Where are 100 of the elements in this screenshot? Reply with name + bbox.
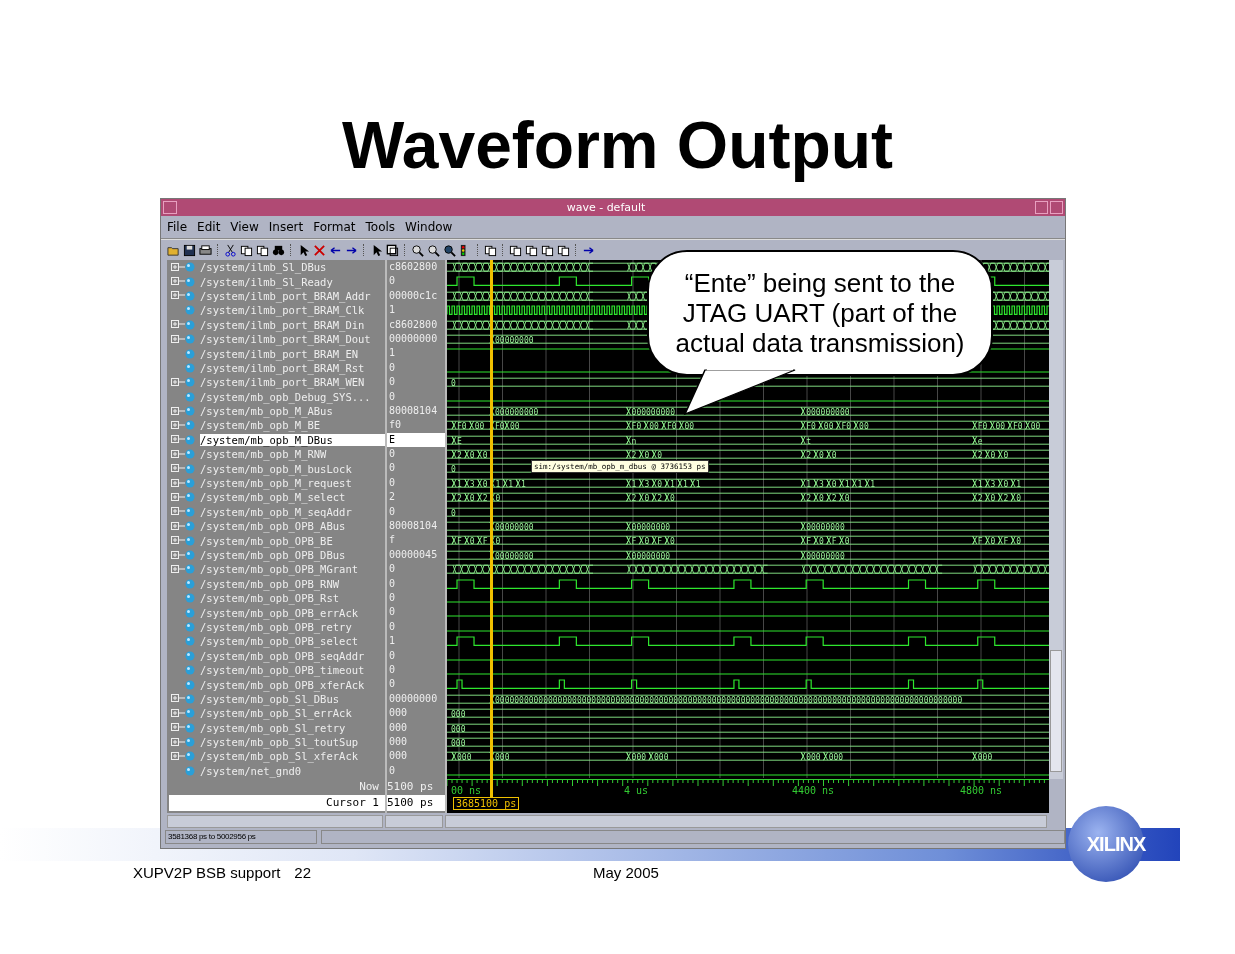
cursor-time: 5100 ps xyxy=(387,795,445,811)
cursor-label[interactable]: Cursor 1 xyxy=(169,795,385,811)
signal-name[interactable]: /system/mb_opb_M_ABus xyxy=(200,405,337,418)
zoom-in-icon[interactable] xyxy=(411,243,424,257)
signal-name[interactable]: /system/ilmb_port_BRAM_Dout xyxy=(200,333,375,346)
signal-name[interactable]: /system/ilmb_port_BRAM_EN xyxy=(200,347,363,360)
expand-icon[interactable] xyxy=(171,536,185,546)
signal-name[interactable]: /system/mb_opb_Sl_errAck xyxy=(200,707,356,720)
expand-icon[interactable] xyxy=(171,277,185,287)
bus-value: 000 xyxy=(654,752,669,762)
cut-icon[interactable] xyxy=(224,243,237,257)
signal-name[interactable]: /system/mb_opb_OPB_errAck xyxy=(200,606,363,619)
expand-icon[interactable] xyxy=(171,507,185,517)
signal-name[interactable]: /system/mb_opb_OPB_RNW xyxy=(200,577,344,590)
minimize-button[interactable] xyxy=(1035,201,1048,214)
expand-icon[interactable] xyxy=(171,406,185,416)
expand-icon[interactable] xyxy=(171,435,185,445)
signal-name[interactable]: /system/mb_opb_OPB_xferAck xyxy=(200,678,369,691)
expand-icon[interactable] xyxy=(171,723,185,733)
cursor-time-label: 3685100 ps xyxy=(453,797,520,810)
signal-value: 80008104 xyxy=(388,519,439,534)
signal-name[interactable]: /system/ilmb_port_BRAM_Clk xyxy=(200,304,369,317)
expand-icon[interactable] xyxy=(171,550,185,560)
menu-item[interactable]: Tools xyxy=(365,220,396,234)
signal-name[interactable]: /system/mb_opb_M_busLock xyxy=(200,462,356,475)
signal-name[interactable]: /system/mb_opb_Sl_DBus xyxy=(200,692,344,705)
signal-name[interactable]: /system/ilmb_port_BRAM_Addr xyxy=(200,289,375,302)
window-menu-button[interactable] xyxy=(163,201,177,214)
signal-value: 0 xyxy=(388,619,397,634)
horizontal-scrollbar[interactable] xyxy=(445,815,1047,828)
signal-name[interactable]: /system/mb_opb_Debug_SYS... xyxy=(200,390,375,403)
signal-name[interactable]: /system/mb_opb_OPB_retry xyxy=(200,620,356,633)
expand-icon[interactable] xyxy=(171,694,185,704)
signal-name[interactable]: /system/mb_opb_OPB_select xyxy=(200,635,363,648)
signal-name[interactable]: /system/mb_opb_Sl_retry xyxy=(200,721,350,734)
horizontal-scrollbar[interactable] xyxy=(385,815,443,828)
zoom-box-icon[interactable] xyxy=(386,243,399,257)
signal-name[interactable]: /system/mb_opb_M_DBus xyxy=(200,433,385,446)
bus-value: 2 xyxy=(806,493,811,503)
expand-icon[interactable] xyxy=(171,262,185,272)
copy-icon[interactable] xyxy=(240,243,253,257)
bus-value: 0 xyxy=(1003,479,1009,489)
expand-icon[interactable] xyxy=(171,464,185,474)
expand-icon[interactable] xyxy=(171,478,185,488)
binoculars-icon[interactable] xyxy=(272,243,285,257)
expand-icon[interactable] xyxy=(171,291,185,301)
menu-item[interactable]: Format xyxy=(313,220,356,234)
signal-name[interactable]: /system/mb_opb_Sl_toutSup xyxy=(200,736,363,749)
expand-icon[interactable] xyxy=(171,320,185,330)
expand-icon[interactable] xyxy=(171,377,185,387)
expand-icon[interactable] xyxy=(171,564,185,574)
horizontal-scrollbar[interactable] xyxy=(167,815,383,828)
signal-name[interactable]: /system/mb_opb_OPB_seqAddr xyxy=(200,649,369,662)
expand-icon[interactable] xyxy=(171,521,185,531)
signal-name[interactable]: /system/ilmb_port_BRAM_Rst xyxy=(200,361,369,374)
menu-item[interactable]: Insert xyxy=(268,220,304,234)
signal-name[interactable]: /system/ilmb_port_BRAM_WEN xyxy=(200,376,369,389)
signal-name[interactable]: /system/net_gnd0 xyxy=(200,764,306,777)
signal-name[interactable]: /system/mb_opb_OPB_ABus xyxy=(200,520,350,533)
expand-icon[interactable] xyxy=(171,492,185,502)
signal-name[interactable]: /system/mb_opb_OPB_MGrant xyxy=(200,563,363,576)
signal-name[interactable]: /system/mb_opb_OPB_BE xyxy=(200,534,337,547)
signal-name[interactable]: /system/ilmb_port_BRAM_Din xyxy=(200,318,369,331)
signal-name[interactable]: /system/mb_opb_OPB_DBus xyxy=(200,549,350,561)
signal-name[interactable]: /system/mb_opb_Sl_xferAck xyxy=(200,750,363,763)
expand-icon[interactable] xyxy=(171,737,185,747)
signal-name[interactable]: /system/mb_opb_M_seqAddr xyxy=(200,505,356,518)
zoom-out-icon[interactable] xyxy=(427,243,440,257)
bus-value: F0 xyxy=(977,421,988,431)
signal-value: c8602800 xyxy=(388,260,439,274)
bus-value: 2 xyxy=(831,493,837,503)
signal-name[interactable]: /system/mb_opb_M_RNW xyxy=(200,448,331,461)
expand-icon[interactable] xyxy=(171,449,185,459)
signal-name[interactable]: /system/mb_opb_OPB_timeout xyxy=(200,664,369,677)
signal-value: 0 xyxy=(388,447,397,462)
signal-name[interactable]: /system/mb_opb_M_BE xyxy=(200,419,325,432)
save-icon[interactable] xyxy=(183,243,196,257)
maximize-button[interactable] xyxy=(1050,201,1063,214)
signal-value: 1 xyxy=(388,634,397,649)
expand-icon[interactable] xyxy=(171,708,185,718)
expand-icon[interactable] xyxy=(171,421,185,430)
menu-item[interactable]: Window xyxy=(405,220,453,234)
signal-name[interactable]: /system/ilmb_Sl_Ready xyxy=(200,275,337,288)
bus-value: 0 xyxy=(469,450,475,460)
signal-name[interactable]: /system/mb_opb_OPB_Rst xyxy=(200,592,344,605)
bus-value: 00 xyxy=(509,421,520,431)
bus-value: 00000000 xyxy=(806,551,845,561)
expand-icon[interactable] xyxy=(171,334,185,344)
signal-name[interactable]: /system/mb_opb_M_select xyxy=(200,491,350,504)
expand-icon[interactable] xyxy=(171,751,185,761)
print-icon[interactable] xyxy=(199,243,212,257)
signal-name[interactable]: /system/ilmb_Sl_DBus xyxy=(200,261,331,274)
menu-item[interactable]: File xyxy=(167,220,188,234)
menu-item[interactable]: View xyxy=(230,220,259,234)
signal-value: E xyxy=(387,432,445,448)
vertical-scrollbar[interactable] xyxy=(1049,260,1063,779)
zoom-full-icon[interactable] xyxy=(443,243,456,257)
signal-name[interactable]: /system/mb_opb_M_request xyxy=(200,477,356,490)
menu-item[interactable]: Edit xyxy=(197,220,221,234)
cursor-label[interactable]: Now xyxy=(167,779,385,795)
